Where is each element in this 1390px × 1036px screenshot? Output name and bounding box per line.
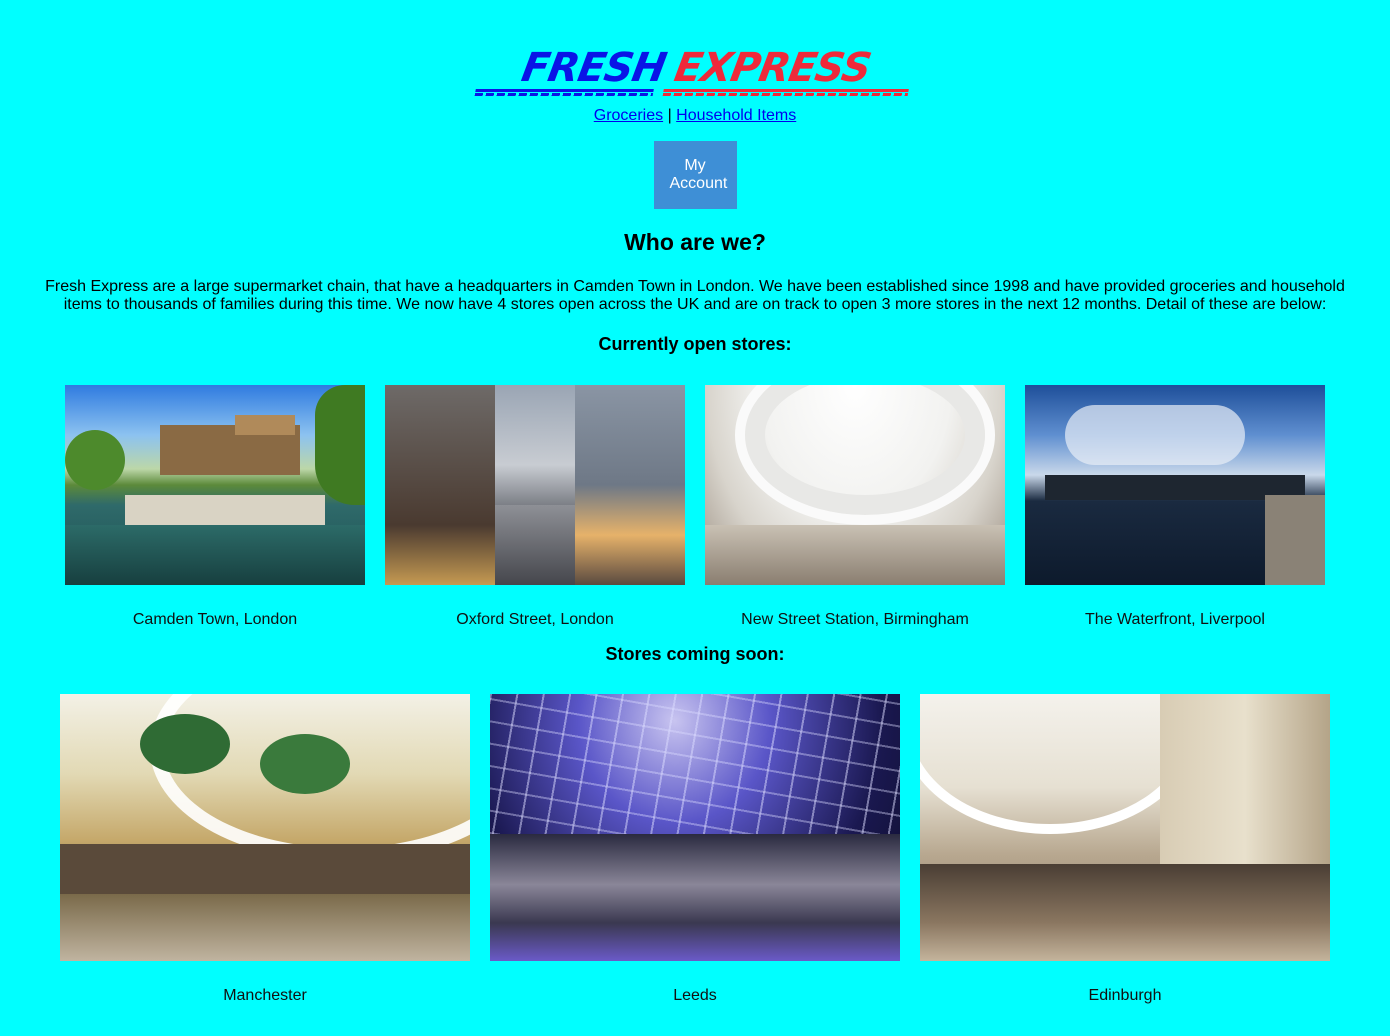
- store-card-oxford: Oxford Street, London: [385, 385, 685, 629]
- nav-link-groceries[interactable]: Groceries: [594, 107, 663, 124]
- store-caption: The Waterfront, Liverpool: [1085, 611, 1265, 628]
- soon-stores-gallery: Manchester Leeds Edinburgh: [0, 694, 1390, 1005]
- photo-palm-tree: [260, 734, 350, 794]
- logo-underline-red: [662, 93, 908, 96]
- photo-tree: [65, 430, 125, 490]
- page-header: FRESHEXPRESS Groceries | Household Items…: [0, 0, 1390, 209]
- store-photo-waterfront-liverpool: [1025, 385, 1325, 585]
- store-caption: New Street Station, Birmingham: [741, 611, 969, 628]
- photo-glass-roof: [490, 694, 900, 834]
- photo-right-buildings: [575, 385, 685, 585]
- photo-mall-floors: [490, 834, 900, 961]
- store-card-leeds: Leeds: [490, 694, 900, 1005]
- logo-word-fresh: FRESH: [517, 45, 669, 91]
- logo-underline: [474, 90, 908, 98]
- store-photo-edinburgh: [920, 694, 1330, 961]
- store-caption: Leeds: [673, 987, 717, 1004]
- store-card-manchester: Manchester: [60, 694, 470, 1005]
- store-card-camden: Camden Town, London: [65, 385, 365, 629]
- photo-shopfronts: [60, 844, 470, 894]
- store-caption: Manchester: [223, 987, 307, 1004]
- my-account-button[interactable]: My Account: [653, 141, 737, 209]
- photo-clouds: [1065, 405, 1245, 465]
- photo-canal-lock: [125, 495, 325, 525]
- photo-dock: [1265, 495, 1325, 585]
- store-photo-camden-town: [65, 385, 365, 585]
- photo-tree: [315, 385, 365, 505]
- photo-canal-water: [65, 525, 365, 585]
- soon-stores-heading: Stores coming soon:: [605, 644, 785, 664]
- open-stores-heading: Currently open stores:: [598, 334, 792, 354]
- about-text: Fresh Express are a large supermarket ch…: [45, 278, 1345, 313]
- store-card-liverpool: The Waterfront, Liverpool: [1025, 385, 1325, 629]
- store-caption: Oxford Street, London: [456, 611, 614, 628]
- photo-street: [495, 505, 575, 585]
- photo-concourse-floor: [705, 525, 1005, 585]
- main-nav: Groceries | Household Items: [0, 107, 1390, 125]
- store-caption: Edinburgh: [1088, 987, 1162, 1004]
- nav-separator: |: [667, 107, 672, 124]
- photo-left-buildings: [385, 385, 495, 585]
- photo-lower-floors: [920, 864, 1330, 961]
- about-heading: Who are we?: [624, 229, 766, 255]
- store-photo-new-street-station: [705, 385, 1005, 585]
- store-photo-oxford-street: [385, 385, 685, 585]
- store-card-birmingham: New Street Station, Birmingham: [705, 385, 1005, 629]
- open-stores-gallery: Camden Town, London Oxford Street, Londo…: [0, 385, 1390, 629]
- store-caption: Camden Town, London: [132, 611, 298, 628]
- fresh-express-logo[interactable]: FRESHEXPRESS: [474, 44, 917, 98]
- logo-word-express: EXPRESS: [670, 45, 874, 91]
- photo-atrium-roof: [735, 385, 995, 525]
- store-photo-manchester: [60, 694, 470, 961]
- nav-link-household-items[interactable]: Household Items: [676, 107, 796, 124]
- store-card-edinburgh: Edinburgh: [920, 694, 1330, 1005]
- photo-glass-roof: [920, 694, 1200, 834]
- logo-underline-blue: [474, 93, 653, 96]
- store-photo-leeds: [490, 694, 900, 961]
- photo-palm-tree: [140, 714, 230, 774]
- photo-roof: [235, 415, 295, 435]
